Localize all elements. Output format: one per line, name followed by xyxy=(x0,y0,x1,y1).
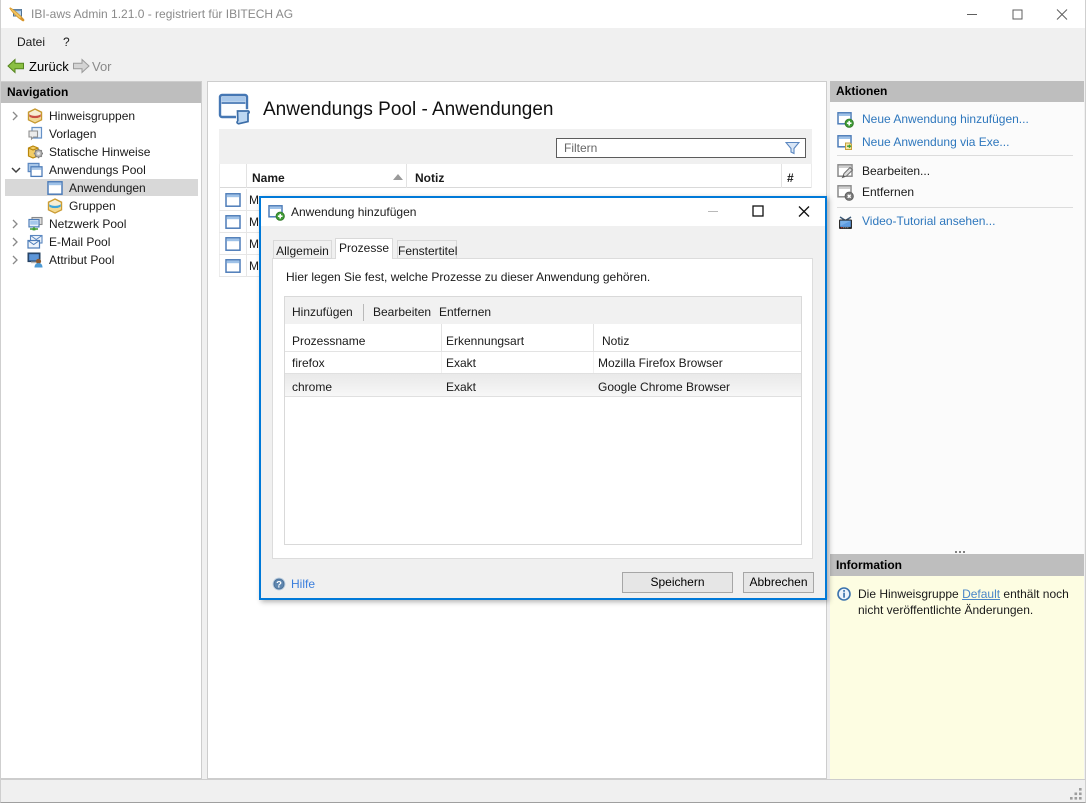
svg-text:?: ? xyxy=(276,579,282,590)
